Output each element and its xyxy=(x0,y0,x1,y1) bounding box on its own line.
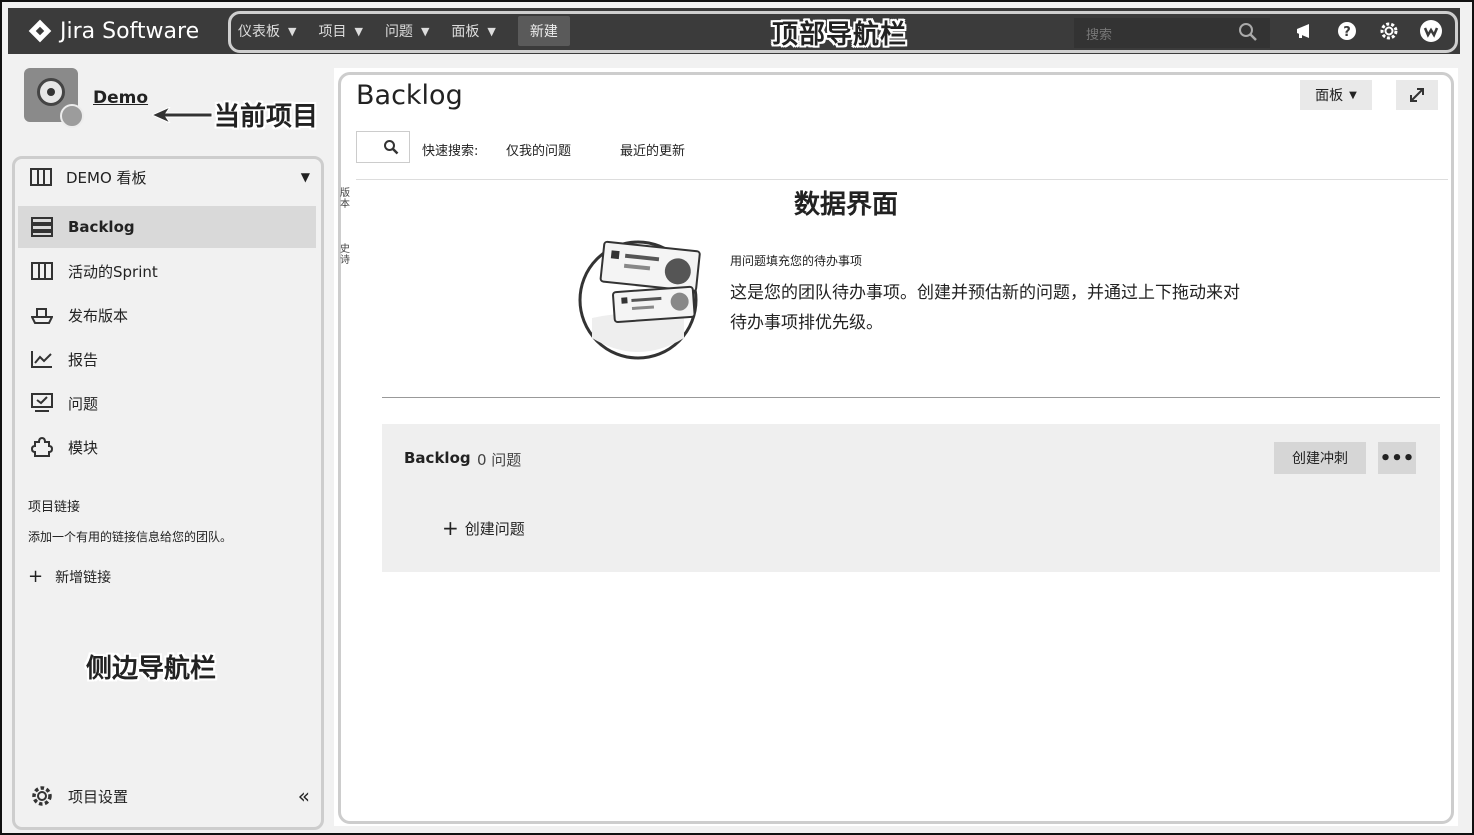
sidebar-annotation: 侧边导航栏 xyxy=(86,654,217,684)
board-icon xyxy=(30,168,52,186)
chevron-down-icon: ▼ xyxy=(420,24,430,38)
jira-logo[interactable]: Jira Software xyxy=(28,8,200,54)
add-link-button[interactable]: + 新增链接 xyxy=(28,566,111,587)
svg-text:?: ? xyxy=(1343,25,1351,40)
search-placeholder: 搜索 xyxy=(1086,27,1113,43)
chevron-down-icon: ▼ xyxy=(487,24,496,38)
camera-icon xyxy=(37,78,65,106)
chevron-down-icon: ▼ xyxy=(1349,89,1357,101)
sidebar-item-reports[interactable]: 报告 xyxy=(18,338,316,380)
backlog-icon xyxy=(31,217,53,237)
jira-logo-icon xyxy=(28,19,52,43)
gear-icon[interactable] xyxy=(1376,17,1402,45)
avatar xyxy=(24,68,84,128)
nav-label: 面板 xyxy=(451,24,480,40)
create-issue-label: 创建问题 xyxy=(464,519,525,538)
sidebar-item-label: 发布版本 xyxy=(68,306,129,325)
project-name-link[interactable]: Demo xyxy=(93,88,148,108)
divider xyxy=(356,179,1448,180)
sidebar-item-issues[interactable]: 问题 xyxy=(18,382,316,424)
empty-state-description: 这是您的团队待办事项。创建并预估新的问题，并通过上下拖动来对待办事项排优先级。 xyxy=(730,283,1240,333)
sidebar-item-label: 活动的Sprint xyxy=(68,262,158,281)
settings-label: 项目设置 xyxy=(68,787,129,806)
project-annotation: 当前项目 xyxy=(152,96,318,133)
megaphone-icon[interactable] xyxy=(1292,17,1318,45)
sidebar-item-label: Backlog xyxy=(68,218,135,236)
nav-dashboards[interactable]: 仪表板 ▼ xyxy=(238,21,296,41)
ship-icon xyxy=(31,308,53,324)
gear-icon xyxy=(32,786,52,806)
backlog-issue-count: 0 问题 xyxy=(477,451,522,469)
quick-filter-recently-updated[interactable]: 最近的更新 xyxy=(620,140,685,159)
add-link-label: 新增链接 xyxy=(55,569,112,586)
issues-icon xyxy=(31,393,53,412)
create-new-button[interactable]: 新建 xyxy=(517,16,570,46)
top-nav-annotation: 顶部导航栏 xyxy=(772,20,908,50)
chevron-down-icon: ▼ xyxy=(354,24,363,38)
help-icon[interactable]: ? xyxy=(1334,17,1360,45)
nav-label: 问题 xyxy=(384,24,413,40)
board-switcher[interactable]: DEMO 看板 ▼ xyxy=(30,166,314,188)
quick-search-label: 快速搜索: xyxy=(422,144,479,159)
more-actions-button[interactable]: ••• xyxy=(1378,442,1416,474)
top-nav: Jira Software 仪表板 ▼ 项目 ▼ 问题 ▼ 面板 ▼ 新建 搜索 ? xyxy=(8,8,1460,54)
logo-text: Jira Software xyxy=(60,18,200,44)
empty-backlog-illustration xyxy=(578,240,701,360)
board-menu-button[interactable]: 面板 ▼ xyxy=(1300,80,1372,110)
nav-issues[interactable]: 问题 ▼ xyxy=(385,21,429,41)
sidebar-item-label: 问题 xyxy=(68,394,99,413)
chevron-down-icon: ▼ xyxy=(288,24,297,38)
sidebar-item-backlog[interactable]: Backlog xyxy=(18,206,316,248)
chart-icon xyxy=(31,351,52,368)
search-input[interactable]: 搜索 xyxy=(1074,18,1270,48)
project-settings-button[interactable]: 项目设置 « xyxy=(30,784,310,808)
chevron-down-icon: ▼ xyxy=(300,170,310,184)
sidebar-item-components[interactable]: 模块 xyxy=(18,426,316,468)
quick-filter-only-my-issues[interactable]: 仅我的问题 xyxy=(506,140,571,159)
plus-icon: + xyxy=(28,566,44,587)
arrow-left-icon xyxy=(152,106,213,123)
create-issue-button[interactable]: + 创建问题 xyxy=(442,516,525,540)
create-sprint-button[interactable]: 创建冲刺 xyxy=(1274,442,1366,474)
empty-state-heading: 用问题填充您的待办事项 xyxy=(730,254,863,268)
divider xyxy=(382,397,1440,398)
eye-icon xyxy=(60,104,84,128)
side-tab-epics[interactable]: 史诗 xyxy=(340,244,350,266)
project-avatar[interactable] xyxy=(24,68,84,128)
sidebar-item-active-sprint[interactable]: 活动的Sprint xyxy=(18,250,316,292)
nav-boards[interactable]: 面板 ▼ xyxy=(451,21,495,41)
board-icon xyxy=(31,262,53,280)
user-avatar-icon[interactable] xyxy=(1418,17,1444,45)
nav-label: 仪表板 xyxy=(238,24,280,40)
collapse-sidebar-icon[interactable]: « xyxy=(298,784,310,808)
sidebar-item-releases[interactable]: 发布版本 xyxy=(18,294,316,336)
quick-search-input[interactable] xyxy=(356,131,410,163)
board-menu-label: 面板 xyxy=(1315,88,1344,104)
side-tab-versions[interactable]: 版本 xyxy=(340,188,350,210)
sidebar-item-label: 模块 xyxy=(68,438,99,457)
annotation-current-project: 当前项目 xyxy=(214,102,319,132)
board-label: DEMO 看板 xyxy=(66,168,147,187)
nav-projects[interactable]: 项目 ▼ xyxy=(318,21,362,41)
page-title: Backlog xyxy=(356,80,463,111)
fullscreen-button[interactable] xyxy=(1396,80,1438,110)
search-icon xyxy=(384,140,399,155)
project-links-heading: 项目链接 xyxy=(28,500,81,515)
sidebar-item-label: 报告 xyxy=(68,350,99,369)
nav-label: 项目 xyxy=(318,24,347,40)
expand-icon xyxy=(1410,88,1424,102)
project-links-description: 添加一个有用的链接信息给您的团队。 xyxy=(28,530,233,544)
backlog-title: Backlog xyxy=(404,449,471,467)
data-area-annotation: 数据界面 xyxy=(794,190,899,220)
plus-icon: + xyxy=(442,516,459,540)
puzzle-icon xyxy=(31,436,53,457)
search-icon xyxy=(1239,23,1257,41)
